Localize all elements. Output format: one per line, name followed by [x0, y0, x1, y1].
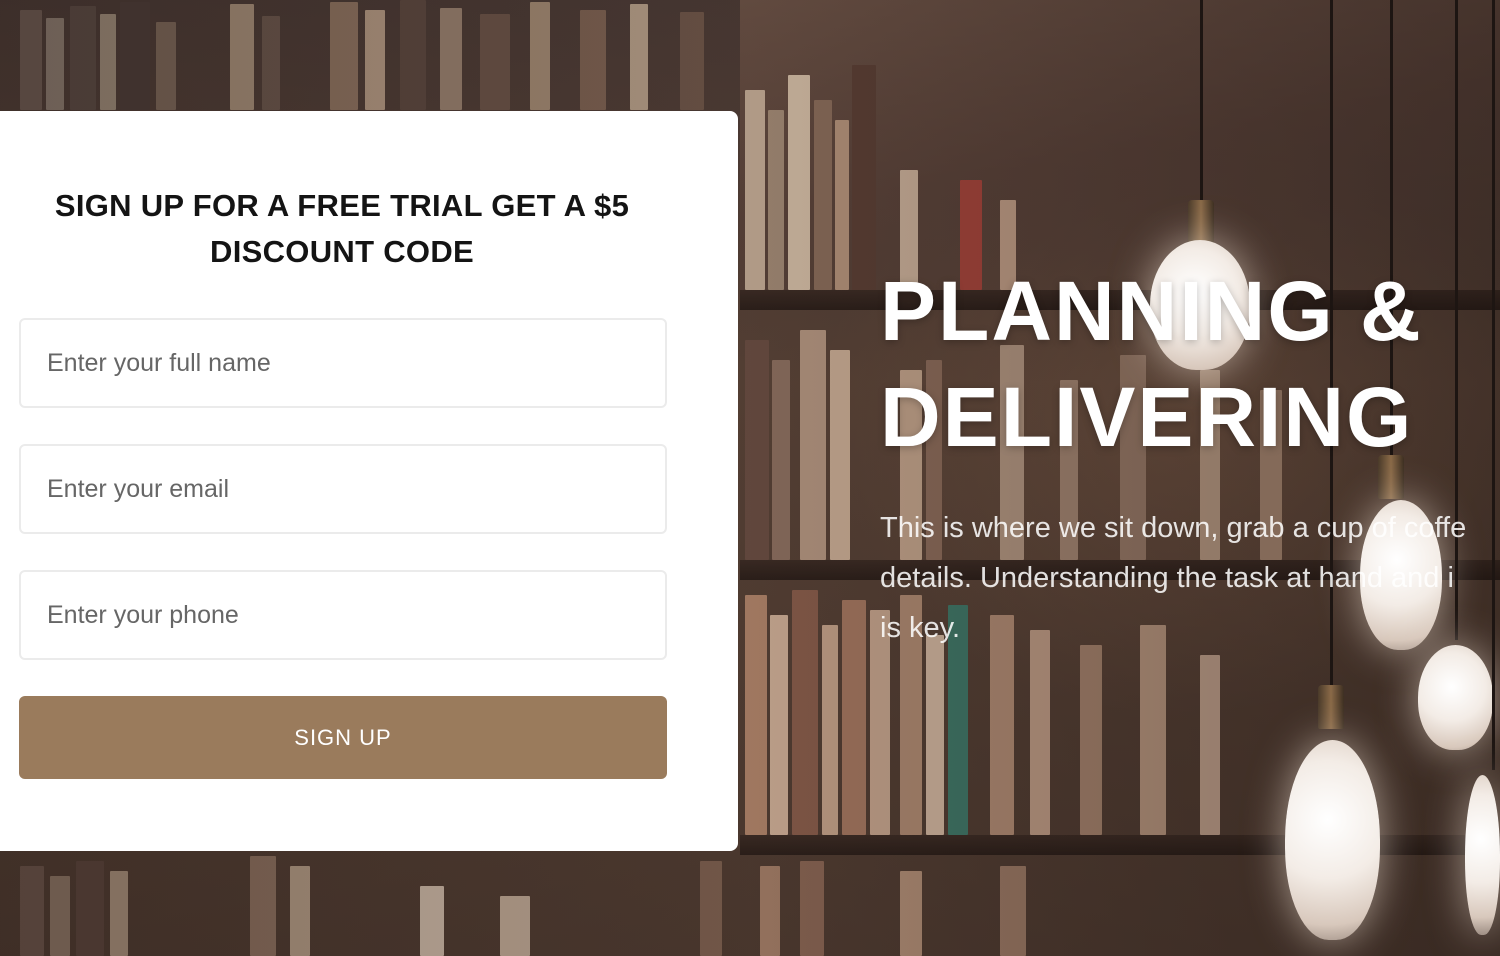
signup-form-card: SIGN UP FOR A FREE TRIAL GET A $5 DISCOU… — [0, 111, 738, 851]
hero-description: This is where we sit down, grab a cup of… — [880, 503, 1500, 663]
email-input[interactable] — [19, 444, 667, 534]
sign-up-button[interactable]: SIGN UP — [19, 696, 667, 779]
signup-title-line: SIGN UP FOR A FREE TRIAL GET A $5 — [54, 188, 630, 223]
phone-input[interactable] — [19, 570, 667, 660]
hero-title-line: DELIVERING — [880, 370, 1414, 464]
light-bulb-icon — [1465, 775, 1500, 935]
hero-title-line: PLANNING & — [880, 264, 1423, 358]
lamp-cord — [1200, 0, 1203, 210]
light-bulb-icon — [1285, 740, 1380, 940]
full-name-input[interactable] — [19, 318, 667, 408]
hero-title: PLANNING & DELIVERING — [880, 258, 1500, 470]
lamp-socket — [1318, 685, 1344, 729]
signup-title: SIGN UP FOR A FREE TRIAL GET A $5 DISCOU… — [30, 183, 654, 275]
lamp-socket — [1188, 200, 1214, 244]
page: PLANNING & DELIVERING This is where we s… — [0, 0, 1500, 956]
hero-description-line: is key. — [880, 612, 961, 644]
hero-description-line: details. Understanding the task at hand … — [880, 562, 1454, 594]
hero-description-line: This is where we sit down, grab a cup of… — [880, 512, 1467, 544]
signup-title-line: DISCOUNT CODE — [210, 234, 474, 269]
